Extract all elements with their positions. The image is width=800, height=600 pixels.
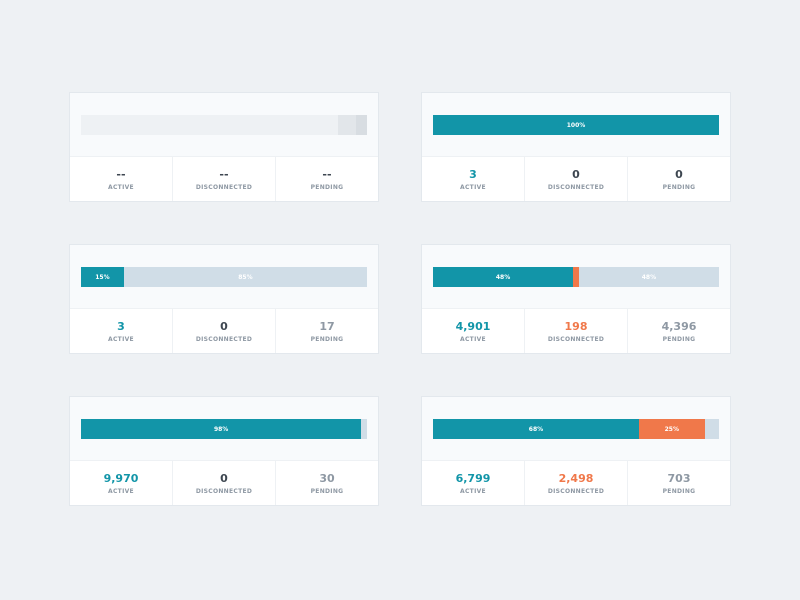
status-card: -- ACTIVE -- DISCONNECTED -- PENDING <box>70 93 378 201</box>
stat-active: -- ACTIVE <box>70 157 172 201</box>
progress-segment-empty-end <box>355 115 367 135</box>
progress-segment-pending <box>704 419 719 439</box>
stat-pending: 17 PENDING <box>275 309 378 353</box>
stacked-progress-bar: 48% 48% <box>433 267 719 287</box>
stat-value: 30 <box>319 471 335 485</box>
progress-segment-active: 98% <box>81 419 362 439</box>
stat-active: 3 ACTIVE <box>422 157 524 201</box>
stat-label: PENDING <box>662 183 696 191</box>
status-card: 15% 85% 3 ACTIVE 0 DISCONNECTED 17 PENDING <box>70 245 378 353</box>
card-chart-area: 68% 25% <box>422 397 730 460</box>
stat-disconnected: 198 DISCONNECTED <box>524 309 627 353</box>
stat-label: PENDING <box>662 487 696 495</box>
progress-segment-active: 48% <box>433 267 574 287</box>
stat-value: 2,498 <box>558 471 594 485</box>
card-stats-row: 9,970 ACTIVE 0 DISCONNECTED 30 PENDING <box>70 460 378 505</box>
stat-label: DISCONNECTED <box>547 335 605 343</box>
stat-label: PENDING <box>310 487 344 495</box>
stat-label: ACTIVE <box>108 335 134 343</box>
progress-segment-disconnected: 25% <box>638 419 705 439</box>
stat-label: ACTIVE <box>108 183 134 191</box>
stat-value: 0 <box>220 319 228 333</box>
stat-value: 4,396 <box>661 319 697 333</box>
stat-pending: 0 PENDING <box>627 157 730 201</box>
card-chart-area: 100% <box>422 93 730 156</box>
stat-label: ACTIVE <box>460 183 486 191</box>
status-card: 98% 9,970 ACTIVE 0 DISCONNECTED 30 PENDING <box>70 397 378 505</box>
stat-label: PENDING <box>662 335 696 343</box>
stat-value: -- <box>322 167 332 181</box>
stacked-progress-bar: 98% <box>81 419 367 439</box>
stat-active: 4,901 ACTIVE <box>422 309 524 353</box>
card-stats-row: 3 ACTIVE 0 DISCONNECTED 0 PENDING <box>422 156 730 201</box>
stat-active: 9,970 ACTIVE <box>70 461 172 505</box>
card-chart-area: 98% <box>70 397 378 460</box>
stat-label: DISCONNECTED <box>547 183 605 191</box>
stat-label: DISCONNECTED <box>547 487 605 495</box>
progress-segment-pending: 48% <box>578 267 719 287</box>
stat-value: -- <box>219 167 229 181</box>
stat-value: 3 <box>117 319 125 333</box>
stacked-progress-bar: 68% 25% <box>433 419 719 439</box>
progress-segment-empty-track <box>81 115 339 135</box>
stat-value: 198 <box>564 319 588 333</box>
stat-label: PENDING <box>310 335 344 343</box>
stat-value: 9,970 <box>103 471 139 485</box>
stat-value: 0 <box>572 167 580 181</box>
progress-segment-empty-tail <box>338 115 356 135</box>
progress-segment-active: 100% <box>433 115 719 135</box>
card-chart-area <box>70 93 378 156</box>
stat-pending: -- PENDING <box>275 157 378 201</box>
progress-segment-pending: 85% <box>123 267 367 287</box>
card-stats-row: 4,901 ACTIVE 198 DISCONNECTED 4,396 PENDING <box>422 308 730 353</box>
stat-label: DISCONNECTED <box>195 487 253 495</box>
stat-label: DISCONNECTED <box>195 183 253 191</box>
status-card: 100% 3 ACTIVE 0 DISCONNECTED 0 PENDING <box>422 93 730 201</box>
stat-label: DISCONNECTED <box>195 335 253 343</box>
stat-active: 3 ACTIVE <box>70 309 172 353</box>
card-chart-area: 15% 85% <box>70 245 378 308</box>
progress-segment-active: 68% <box>433 419 639 439</box>
stat-value: -- <box>116 167 126 181</box>
stat-disconnected: 0 DISCONNECTED <box>172 309 275 353</box>
stat-value: 3 <box>469 167 477 181</box>
card-stats-row: -- ACTIVE -- DISCONNECTED -- PENDING <box>70 156 378 201</box>
status-card: 48% 48% 4,901 ACTIVE 198 DISCONNECTED 4,396 PEN… <box>422 245 730 353</box>
stat-active: 6,799 ACTIVE <box>422 461 524 505</box>
stat-label: ACTIVE <box>460 335 486 343</box>
stat-pending: 4,396 PENDING <box>627 309 730 353</box>
stat-disconnected: 2,498 DISCONNECTED <box>524 461 627 505</box>
stat-disconnected: -- DISCONNECTED <box>172 157 275 201</box>
stat-value: 0 <box>220 471 228 485</box>
card-stats-row: 3 ACTIVE 0 DISCONNECTED 17 PENDING <box>70 308 378 353</box>
stat-label: ACTIVE <box>108 487 134 495</box>
stat-value: 17 <box>319 319 335 333</box>
stat-disconnected: 0 DISCONNECTED <box>172 461 275 505</box>
stat-pending: 703 PENDING <box>627 461 730 505</box>
progress-segment-pending <box>361 419 367 439</box>
stacked-progress-bar: 15% 85% <box>81 267 367 287</box>
stacked-progress-bar: 100% <box>433 115 719 135</box>
stat-pending: 30 PENDING <box>275 461 378 505</box>
progress-segment-active: 15% <box>81 267 124 287</box>
stat-label: PENDING <box>310 183 344 191</box>
stat-value: 4,901 <box>455 319 491 333</box>
stat-disconnected: 0 DISCONNECTED <box>524 157 627 201</box>
card-chart-area: 48% 48% <box>422 245 730 308</box>
stat-value: 6,799 <box>455 471 491 485</box>
stacked-progress-bar <box>81 115 367 135</box>
status-card: 68% 25% 6,799 ACTIVE 2,498 DISCONNECTED 703 PEN… <box>422 397 730 505</box>
stat-value: 703 <box>667 471 691 485</box>
stat-label: ACTIVE <box>460 487 486 495</box>
stat-value: 0 <box>675 167 683 181</box>
card-stats-row: 6,799 ACTIVE 2,498 DISCONNECTED 703 PENDING <box>422 460 730 505</box>
